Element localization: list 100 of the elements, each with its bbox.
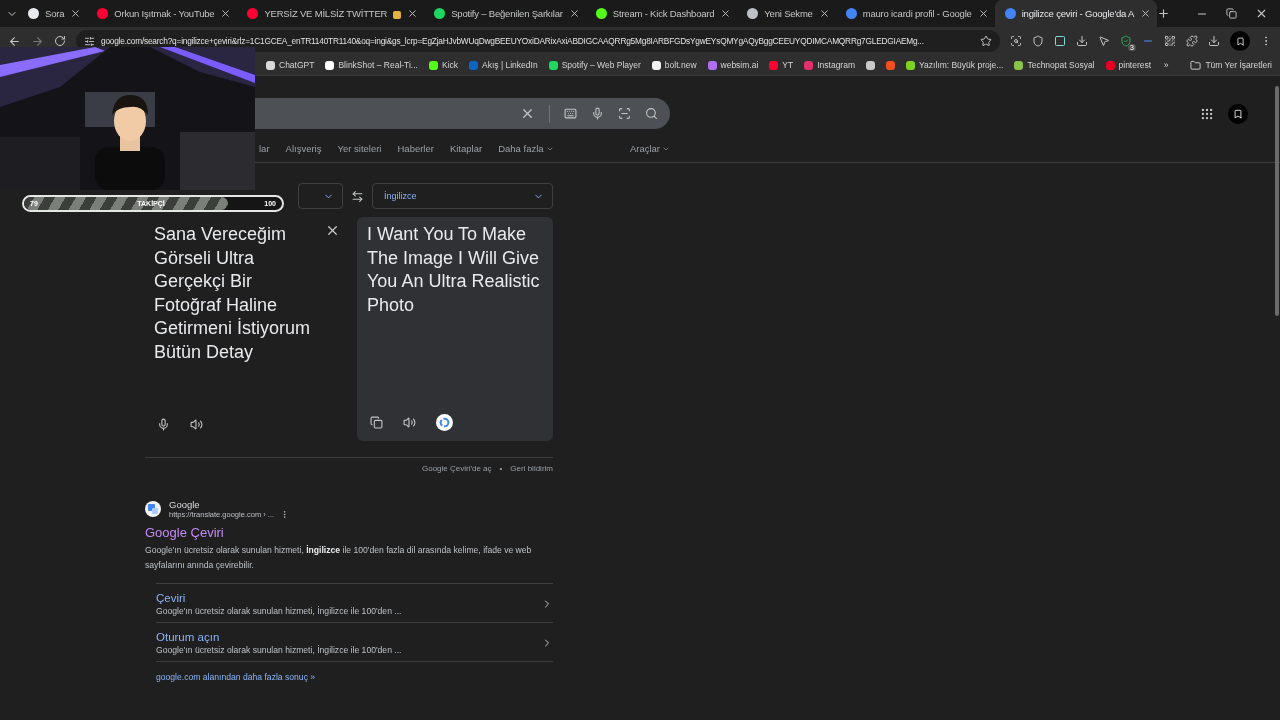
close-icon[interactable] (407, 8, 419, 19)
sitelink-snippet: Google'ın ücretsiz olarak sunulan hizmeti, İngilizce ile 100'den ... (156, 645, 402, 655)
browser-tab[interactable]: YERSİZ VE MİLSİZ TWİTTER (237, 0, 425, 27)
reload-button[interactable] (54, 35, 66, 47)
forward-button[interactable] (31, 34, 44, 48)
url-text: google.com/search?q=ingilizce+çeviri&rlz=1C1GCEA_enTR1140TR1140&oq=ingi&gs_lcrp=EgZjaHJvbWUqDwgBEEUYOxiDARixAxiABDIGCAAQRRg5Mg8IARBFGDsYgwEYsQMYgAQyBggCEEUYQDIMCAMQRRg7GLEDGIAEMg... (101, 36, 925, 46)
close-icon[interactable] (568, 8, 580, 19)
profile-avatar[interactable] (1230, 31, 1250, 51)
bookmark-item[interactable]: Spotify – Web Player (561, 60, 641, 70)
all-bookmarks-link[interactable]: Tüm Yer İşaretleri (1205, 60, 1272, 70)
download-circle-icon[interactable] (1076, 35, 1088, 47)
apps-icon[interactable] (1200, 106, 1214, 121)
folder-icon (1190, 59, 1202, 71)
feedback-link[interactable]: Geri bildirim (510, 464, 553, 473)
google-icon[interactable] (436, 414, 453, 431)
tab-title: YERSİZ VE MİLSİZ TWİTTER (264, 8, 388, 19)
more-results-link[interactable]: google.com alanından daha fazla sonuç » (156, 661, 553, 682)
copy-icon[interactable] (370, 416, 383, 429)
more-bookmarks-button[interactable]: » (1163, 60, 1169, 70)
qr-code-icon[interactable] (1164, 35, 1176, 47)
site-icon[interactable] (906, 60, 915, 70)
new-tab-button[interactable] (1157, 7, 1171, 20)
bookmark-icon (1235, 36, 1245, 46)
bookmark-star-icon[interactable] (980, 35, 992, 47)
bookmark-item[interactable]: bolt.new (664, 60, 697, 70)
bookmark-item[interactable]: ChatGPT (279, 60, 315, 70)
bookmark-item[interactable]: Kick (441, 60, 459, 70)
clear-icon[interactable] (520, 106, 535, 121)
bookmark-icon[interactable] (886, 60, 895, 70)
speaker-icon[interactable] (403, 416, 416, 429)
browser-tab[interactable]: mauro icardi profil - Google (835, 0, 995, 27)
search-tab[interactable]: Yer siteleri (337, 143, 382, 154)
back-button[interactable] (8, 34, 21, 48)
close-icon[interactable] (977, 8, 989, 19)
bookmark-icon (1233, 108, 1243, 119)
bookmark-item[interactable]: Technopat Sosyal (1027, 60, 1095, 70)
browser-tab[interactable]: Stream - Kick Dashboard (585, 0, 738, 27)
close-icon[interactable] (220, 8, 232, 19)
download-icon[interactable] (1208, 35, 1220, 47)
microphone-icon[interactable] (591, 107, 604, 120)
bookmark-item[interactable]: Akış | LinkedIn (482, 60, 538, 70)
clear-icon[interactable] (325, 223, 340, 238)
source-text-field[interactable]: Sana Vereceğim Görseli Ultra Gerçekçi Bir Fotoğraf Haline Getirmeni İstiyorum Bütün Detay (154, 223, 312, 364)
tab-title: mauro icardi profil - Google (862, 8, 972, 19)
close-icon[interactable] (70, 8, 82, 19)
site-name: Google (169, 499, 201, 510)
site-icon[interactable] (325, 60, 335, 70)
address-bar[interactable]: google.com/search?q=ingilizce+çeviri&rlz=1C1GCEA_enTR1140TR1140&oq=ingi&gs_lcrp=EgZjaHJvbWUqDwgBEEUYOxiDARixAxiABDIGCAAQRRg5Mg8IARBFGDsYgwEYsQMYgAQyBggCEEUYQDIMCAMQRRg7GLEDGIAEMg... (76, 30, 1000, 52)
bookmark-item[interactable]: Instagram (817, 60, 855, 70)
close-icon[interactable] (720, 8, 732, 19)
browser-tab[interactable]: ingilizce çeviri - Google'da A (994, 0, 1158, 27)
sitelink-title[interactable]: Çeviri (156, 592, 402, 604)
result-title[interactable]: Google Çeviri (145, 525, 553, 540)
bookmark-item[interactable]: YT (782, 60, 794, 70)
browser-tab[interactable]: Orkun Işıtmak - YouTube (87, 0, 238, 27)
target-language-dropdown[interactable]: İngilizce (372, 183, 553, 209)
bookmark-item[interactable]: pinterest (1118, 60, 1152, 70)
scrollbar[interactable] (1275, 86, 1279, 316)
browser-tab[interactable]: Spotify – Beğenilen Şarkılar (424, 0, 586, 27)
browser-tab[interactable]: Sora (18, 0, 88, 27)
swap-icon[interactable] (351, 189, 364, 203)
close-icon[interactable] (1140, 8, 1152, 19)
sitelink-title[interactable]: Oturum açın (156, 631, 402, 643)
search-tab[interactable]: Kitaplar (449, 143, 483, 154)
result-snippet: Google'ın ücretsiz olarak sunulan hizmeti, İngilizce ile 100'den fazla dil arasında kelime, ifade ve web sayfalarını anında çevirebilir. (145, 544, 533, 572)
site-icon[interactable] (548, 60, 558, 70)
close-button[interactable] (1255, 7, 1268, 20)
pointer-icon[interactable] (1098, 35, 1110, 47)
site-icon[interactable] (651, 60, 661, 70)
tools-menu[interactable]: Araçlar (629, 143, 670, 154)
translation-text: I Want You To Make The Image I Will Give You An Ultra Realistic Photo (367, 223, 541, 317)
search-tab[interactable]: Alışveriş (285, 143, 322, 154)
search-tab[interactable]: lar (259, 143, 270, 154)
lens-icon[interactable] (618, 107, 631, 120)
restore-button[interactable] (1226, 8, 1237, 19)
profile-avatar[interactable] (1228, 103, 1248, 124)
site-icon[interactable] (1014, 60, 1024, 70)
shield-icon[interactable] (1032, 35, 1044, 47)
separator-dot: • (499, 464, 503, 473)
microphone-icon[interactable] (157, 418, 170, 431)
speaker-icon[interactable] (190, 418, 203, 431)
square-icon[interactable] (1054, 35, 1066, 47)
open-translate-link[interactable]: Google Çeviri'de aç (421, 464, 492, 473)
site-icon[interactable] (266, 60, 275, 70)
keyboard-icon[interactable] (564, 107, 577, 120)
tab-title: Yeni Sekme (764, 8, 813, 19)
zoom-icon[interactable] (1010, 35, 1022, 47)
search-icon[interactable] (645, 107, 658, 120)
search-tab[interactable]: Haberler (397, 143, 434, 154)
search-tab[interactable]: Daha fazla (498, 143, 554, 154)
bookmark-item[interactable]: BlinkShot – Real-Ti... (338, 60, 418, 70)
site-info-icon[interactable] (84, 35, 95, 47)
bookmark-icon[interactable] (866, 60, 875, 70)
bookmark-item[interactable]: Yazılım: Büyük proje... (919, 60, 1004, 70)
extensions-icon[interactable] (1186, 35, 1198, 47)
site-icon[interactable] (428, 60, 438, 70)
shield-check-icon[interactable] (1120, 35, 1132, 47)
browser-tab[interactable]: Yeni Sekme (737, 0, 836, 27)
close-icon[interactable] (818, 8, 830, 19)
bookmark-item[interactable]: websim.ai (720, 60, 759, 70)
